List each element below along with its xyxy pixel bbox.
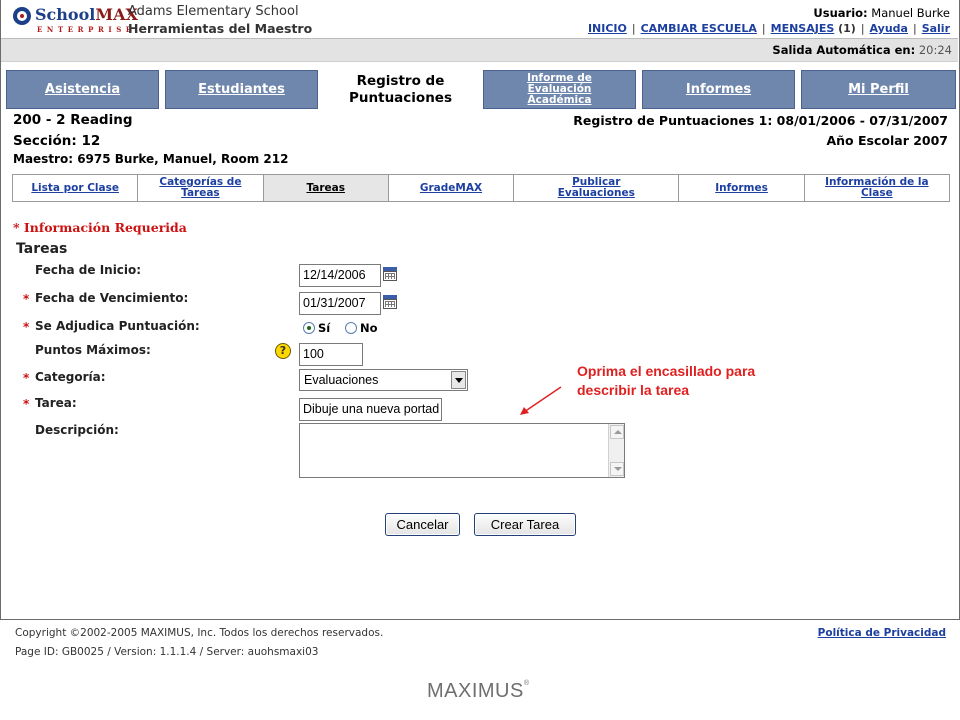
graded-label: Se Adjudica Puntuación: <box>35 319 200 333</box>
user-name: Manuel Burke <box>871 6 950 20</box>
cancel-button[interactable]: Cancelar <box>385 513 460 536</box>
graded-yes-radio[interactable] <box>303 322 315 334</box>
max-points-label: Puntos Máximos: <box>35 343 151 357</box>
maximus-logo: MAXIMUS® <box>427 680 530 702</box>
tab-registro-de-puntuaciones[interactable]: Registro de Puntuaciones <box>324 70 477 109</box>
required-star: * <box>23 397 30 411</box>
description-label: Descripción: <box>35 423 119 437</box>
required-star: * <box>23 371 30 385</box>
status-bar: Salida Automática en: 20:24 <box>1 38 958 62</box>
graded-yes-label: Sí <box>318 321 331 335</box>
app-name: Herramientas del Maestro <box>128 21 313 36</box>
graded-no-label: No <box>360 321 378 335</box>
subtab-tareas[interactable]: Tareas <box>263 175 389 201</box>
subtab-informes[interactable]: Informes <box>679 175 805 201</box>
category-select[interactable]: Evaluaciones <box>299 369 468 391</box>
category-selected-value: Evaluaciones <box>304 373 379 387</box>
grading-period: Registro de Puntuaciones 1: 08/01/2006 -… <box>573 113 948 128</box>
page-id: Page ID: GB0025 / Version: 1.1.1.4 / Ser… <box>15 646 319 658</box>
chevron-down-icon[interactable] <box>451 371 466 389</box>
nav-link-ayuda[interactable]: Ayuda <box>870 22 908 35</box>
tab-informe-de-evaluacion-academica[interactable]: Informe de Evaluación Académica <box>483 70 636 109</box>
logo-subtitle: ENTERPRISE <box>37 25 136 34</box>
logo-wordmark: SchoolMAX <box>35 5 138 24</box>
subtab-informacion-de-la-clase[interactable]: Información de la Clase <box>805 175 949 201</box>
required-star: * <box>23 292 30 306</box>
auto-logout-timer: Salida Automática en: 20:24 <box>772 43 952 57</box>
task-input[interactable]: Dibuje una nueva portad <box>299 398 442 421</box>
subtab-categorias-de-tareas[interactable]: Categorías de Tareas <box>138 175 264 201</box>
tab-informes[interactable]: Informes <box>642 70 795 109</box>
tab-estudiantes[interactable]: Estudiantes <box>165 70 318 109</box>
scroll-up-icon[interactable] <box>610 425 624 439</box>
logo-icon <box>13 7 31 25</box>
scrollbar[interactable] <box>608 424 624 477</box>
main-tabs: Asistencia Estudiantes Registro de Puntu… <box>6 70 956 110</box>
form-section-title: Tareas <box>16 241 68 257</box>
max-points-input[interactable]: 100 <box>299 343 363 366</box>
section-label: Sección: 12 <box>13 133 101 149</box>
callout-arrow-icon <box>520 386 562 415</box>
description-textarea[interactable] <box>299 423 625 478</box>
due-date-input[interactable]: 01/31/2007 <box>299 292 381 315</box>
subtab-publicar-evaluaciones[interactable]: Publicar Evaluaciones <box>514 175 680 201</box>
start-date-label: Fecha de Inicio: <box>35 263 142 277</box>
scroll-down-icon[interactable] <box>610 462 624 476</box>
copyright: Copyright ©2002-2005 MAXIMUS, Inc. Todos… <box>15 627 384 639</box>
category-label: Categoría: <box>35 370 106 384</box>
school-name: Adams Elementary School <box>128 4 299 19</box>
header: SchoolMAX ENTERPRISE Adams Elementary Sc… <box>1 0 958 38</box>
calendar-icon[interactable] <box>382 294 400 311</box>
top-nav: INICIO | CAMBIAR ESCUELA | MENSAJES (1) | Ayud… <box>587 22 950 35</box>
graded-no-radio[interactable] <box>345 322 357 334</box>
user-label: Usuario: <box>813 6 868 20</box>
create-task-button[interactable]: Crear Tarea <box>474 513 576 536</box>
course-title: 200 - 2 Reading <box>13 112 133 128</box>
tab-mi-perfil[interactable]: Mi Perfil <box>801 70 956 109</box>
instruction-callout: Oprima el encasillado para describir la … <box>577 362 755 400</box>
user-info: Usuario: Manuel Burke <box>813 6 950 20</box>
subtab-grademax[interactable]: GradeMAX <box>389 175 515 201</box>
callout-line-1: Oprima el encasillado para <box>577 363 756 379</box>
subtab-lista-por-clase[interactable]: Lista por Clase <box>13 175 139 201</box>
nav-link-mensajes[interactable]: MENSAJES <box>771 22 835 35</box>
tab-asistencia[interactable]: Asistencia <box>6 70 159 109</box>
teacher-label: Maestro: 6975 Burke, Manuel, Room 212 <box>13 152 289 166</box>
calendar-icon[interactable] <box>382 266 400 283</box>
nav-link-inicio[interactable]: INICIO <box>588 22 627 35</box>
start-date-input[interactable]: 12/14/2006 <box>299 264 381 287</box>
task-label: Tarea: <box>35 396 77 410</box>
timeout-value: 20:24 <box>918 43 952 57</box>
school-year: Año Escolar 2007 <box>826 133 948 148</box>
required-note: * Información Requerida <box>13 220 187 235</box>
sub-tabs: Lista por Clase Categorías de Tareas Tar… <box>12 174 950 202</box>
privacy-policy-link[interactable]: Política de Privacidad <box>818 627 946 639</box>
due-date-label: Fecha de Vencimiento: <box>35 291 189 305</box>
nav-link-salir[interactable]: Salir <box>922 22 950 35</box>
nav-link-cambiar-escuela[interactable]: CAMBIAR ESCUELA <box>641 22 757 35</box>
messages-count: (1) <box>838 22 856 35</box>
help-icon[interactable]: ? <box>275 343 291 359</box>
callout-line-2: describir la tarea <box>577 382 690 398</box>
required-star: * <box>23 320 30 334</box>
